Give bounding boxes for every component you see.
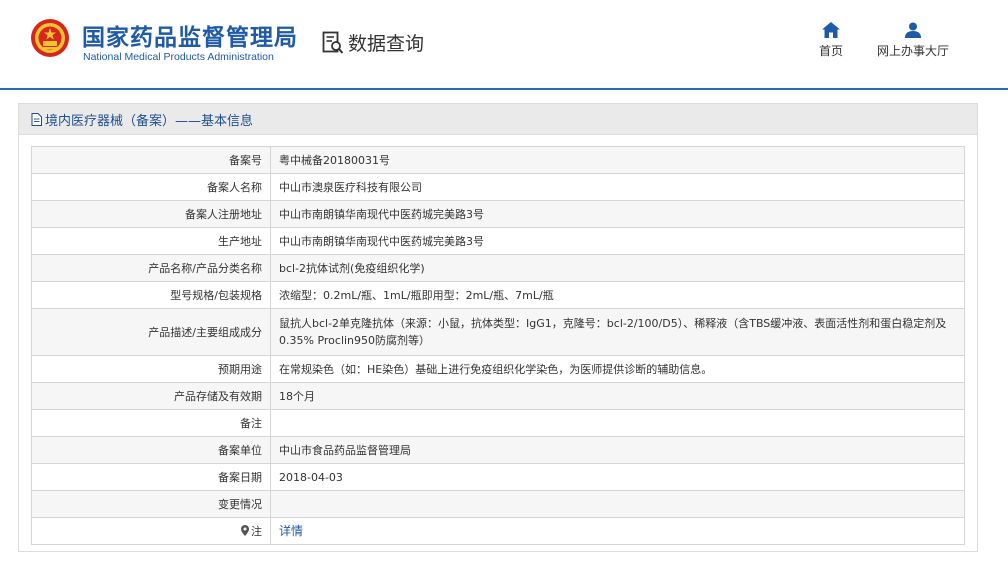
table-row: 备案日期 2018-04-03 <box>31 463 965 491</box>
basic-info-table: 备案号 粤中械备20180031号 备案人名称 中山市澳泉医疗科技有限公司 备案… <box>31 146 965 545</box>
row-label: 备案号 <box>31 146 271 174</box>
row-label: 备案日期 <box>31 463 271 491</box>
table-row: 产品描述/主要组成成分 鼠抗人bcl-2单克隆抗体（来源：小鼠，抗体类型：IgG… <box>31 308 965 356</box>
note-label-cell: 注 <box>31 517 271 545</box>
data-query-label: 数据查询 <box>348 33 425 55</box>
table-row-note: 注 详情 <box>31 517 965 545</box>
document-search-icon <box>322 31 344 54</box>
table-row: 产品名称/产品分类名称 bcl-2抗体试剂(免疫组织化学) <box>31 254 965 282</box>
row-value: bcl-2抗体试剂(免疫组织化学) <box>270 254 965 282</box>
table-row: 型号规格/包装规格 浓缩型：0.2mL/瓶、1mL/瓶即用型：2mL/瓶、7mL… <box>31 281 965 309</box>
table-row: 备案人注册地址 中山市南朗镇华南现代中医药城完美路3号 <box>31 200 965 228</box>
data-query-title: 数据查询 <box>322 29 424 56</box>
row-value: 中山市南朗镇华南现代中医药城完美路3号 <box>270 200 965 228</box>
row-value: 18个月 <box>270 382 965 410</box>
agency-name-cn: 国家药品监督管理局 <box>82 25 298 51</box>
row-label: 产品描述/主要组成成分 <box>31 308 271 356</box>
row-value: 2018-04-03 <box>270 463 965 491</box>
row-value: 在常规染色（如：HE染色）基础上进行免疫组织化学染色，为医师提供诊断的辅助信息。 <box>270 355 965 383</box>
row-label: 型号规格/包装规格 <box>31 281 271 309</box>
row-label: 生产地址 <box>31 227 271 255</box>
panel-header: 境内医疗器械（备案）——基本信息 <box>19 104 977 135</box>
table-row: 生产地址 中山市南朗镇华南现代中医药城完美路3号 <box>31 227 965 255</box>
home-icon <box>822 22 840 38</box>
row-label: 产品存储及有效期 <box>31 382 271 410</box>
details-link[interactable]: 详情 <box>279 524 303 538</box>
table-row: 产品存储及有效期 18个月 <box>31 382 965 410</box>
row-label: 预期用途 <box>31 355 271 383</box>
table-row: 预期用途 在常规染色（如：HE染色）基础上进行免疫组织化学染色，为医师提供诊断的… <box>31 355 965 383</box>
document-icon <box>31 112 42 126</box>
table-row: 备案号 粤中械备20180031号 <box>31 146 965 174</box>
record-info-panel: 境内医疗器械（备案）——基本信息 备案号 粤中械备20180031号 备案人名称… <box>18 103 978 552</box>
row-label: 产品名称/产品分类名称 <box>31 254 271 282</box>
row-value <box>270 409 965 437</box>
panel-title: 境内医疗器械（备案）——基本信息 <box>45 113 254 129</box>
row-value: 浓缩型：0.2mL/瓶、1mL/瓶即用型：2mL/瓶、7mL/瓶 <box>270 281 965 309</box>
table-row: 变更情况 <box>31 490 965 518</box>
nav-home[interactable]: 首页 <box>806 22 856 59</box>
national-emblem-icon <box>31 19 69 57</box>
note-label-text: 注 <box>251 524 262 538</box>
agency-name-en: National Medical Products Administration <box>83 51 274 63</box>
table-row: 备案人名称 中山市澳泉医疗科技有限公司 <box>31 173 965 201</box>
map-pin-icon <box>241 525 249 537</box>
row-value: 中山市食品药品监督管理局 <box>270 436 965 464</box>
row-label: 备案单位 <box>31 436 271 464</box>
row-value <box>270 490 965 518</box>
note-label: 注 <box>241 523 262 539</box>
row-value: 中山市南朗镇华南现代中医药城完美路3号 <box>270 227 965 255</box>
row-label: 备注 <box>31 409 271 437</box>
note-value-cell: 详情 <box>270 517 965 545</box>
nav-online-service-hall[interactable]: 网上办事大厅 <box>868 22 958 59</box>
table-row: 备注 <box>31 409 965 437</box>
user-icon <box>905 22 921 38</box>
site-header: 国家药品监督管理局 National Medical Products Admi… <box>0 0 1008 90</box>
nav-online-service-label: 网上办事大厅 <box>876 44 949 58</box>
row-value: 粤中械备20180031号 <box>270 146 965 174</box>
row-label: 变更情况 <box>31 490 271 518</box>
row-value: 中山市澳泉医疗科技有限公司 <box>270 173 965 201</box>
row-value: 鼠抗人bcl-2单克隆抗体（来源：小鼠，抗体类型：IgG1，克隆号：bcl-2/… <box>270 308 965 356</box>
nav-home-label: 首页 <box>818 44 843 58</box>
row-label: 备案人名称 <box>31 173 271 201</box>
row-label: 备案人注册地址 <box>31 200 271 228</box>
table-row: 备案单位 中山市食品药品监督管理局 <box>31 436 965 464</box>
